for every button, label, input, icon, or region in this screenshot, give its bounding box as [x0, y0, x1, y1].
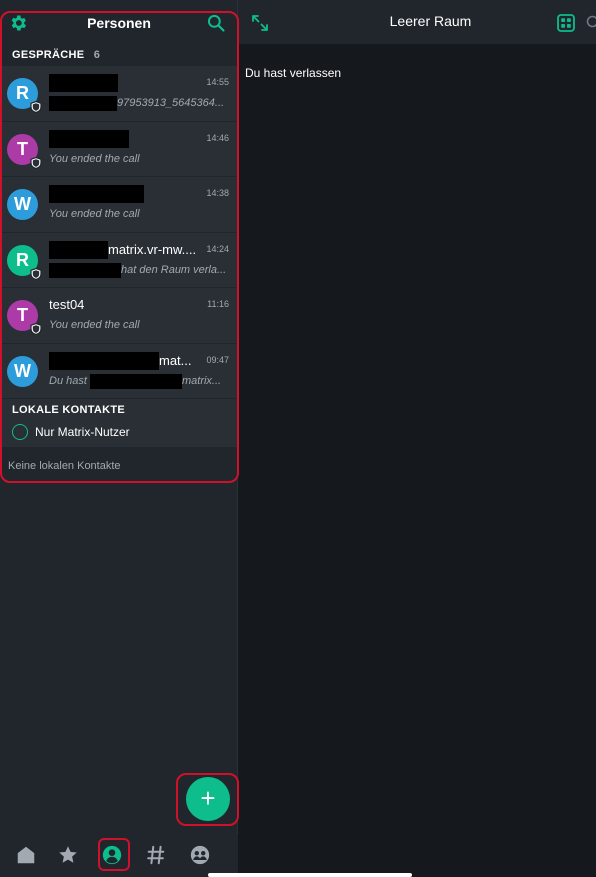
conversations-section-header: GESPRÄCHE 6	[0, 44, 238, 66]
conversations-label: GESPRÄCHE	[12, 49, 85, 61]
room-timestamp: 09:47	[206, 354, 229, 365]
timeline-event: Du hast verlassen	[245, 66, 342, 80]
room-timestamp: 11:16	[207, 299, 229, 309]
conversations-count: 6	[93, 49, 101, 61]
redacted-block	[49, 351, 159, 370]
sidebar-header: Personen	[0, 0, 238, 44]
search-icon[interactable]	[586, 15, 596, 29]
shield-icon	[30, 101, 42, 113]
room-title: Leerer Raum	[389, 13, 472, 29]
room-name	[49, 74, 204, 92]
room-name	[49, 185, 204, 203]
people-icon[interactable]	[101, 844, 123, 866]
redacted-block	[49, 240, 108, 259]
redacted-block	[89, 373, 182, 389]
shield-icon	[30, 156, 42, 169]
favourites-star-icon[interactable]	[57, 844, 79, 866]
room-list-item[interactable]: W mat... 09:47 Du hast matrix...	[0, 343, 238, 399]
shield-icon	[30, 267, 42, 280]
avatar: W	[7, 189, 38, 220]
sidebar-title: Personen	[87, 15, 151, 31]
tab-bar	[0, 834, 238, 877]
avatar: W	[7, 355, 38, 387]
matrix-only-label[interactable]: Nur Matrix-Nutzer	[35, 425, 130, 439]
local-contacts-label: LOKALE KONTAKTE	[12, 404, 126, 416]
redacted-block	[49, 74, 118, 92]
room-list-item[interactable]: T test04 11:16 You ended the call	[0, 288, 238, 344]
sidebar: Personen GESPRÄCHE 6 R 14:55 97953913_56…	[0, 0, 238, 877]
room-list-item[interactable]: W 14:38 You ended the call	[0, 177, 238, 233]
start-chat-button[interactable]: +	[186, 777, 230, 821]
no-local-contacts-note: Keine lokalen Kontakte	[8, 460, 121, 472]
room-name: mat...	[49, 351, 204, 370]
matrix-only-radio[interactable]	[12, 424, 28, 440]
search-icon[interactable]	[206, 13, 226, 33]
shield-icon	[30, 323, 42, 335]
room-last-message: You ended the call	[49, 208, 140, 220]
redacted-block	[49, 262, 121, 278]
rooms-hash-icon[interactable]	[145, 844, 167, 866]
room-info-grid-icon[interactable]	[557, 14, 575, 32]
room-list-item[interactable]: R matrix.vr-mw.... 14:24 hat den Raum ve…	[0, 232, 238, 288]
room-timestamp: 14:55	[206, 77, 229, 87]
room-last-message: hat den Raum verla...	[49, 262, 231, 278]
redacted-block	[49, 129, 129, 148]
room-last-message: You ended the call	[49, 152, 140, 165]
room-list-item[interactable]: R 14:55 97953913_5645364...	[0, 66, 238, 122]
home-indicator	[208, 873, 412, 877]
room-name: matrix.vr-mw....	[49, 240, 204, 259]
communities-icon[interactable]	[189, 844, 211, 866]
room-timestamp: 14:46	[206, 132, 229, 143]
redacted-block	[49, 185, 144, 203]
room-timestamp: 14:24	[206, 243, 229, 254]
room-last-message: You ended the call	[49, 319, 140, 331]
room-name	[49, 129, 204, 148]
room-last-message: 97953913_5645364...	[49, 96, 231, 111]
home-icon[interactable]	[15, 844, 37, 866]
room-view: Leerer Raum Du hast verlassen	[238, 0, 596, 877]
local-contacts-section: LOKALE KONTAKTE Nur Matrix-Nutzer	[0, 399, 238, 447]
room-name: test04	[49, 297, 85, 312]
room-list: R 14:55 97953913_5645364... T 14:46 You …	[0, 66, 238, 399]
room-timestamp: 14:38	[206, 188, 229, 198]
room-last-message: Du hast matrix...	[49, 373, 222, 389]
redacted-block	[49, 96, 117, 111]
room-list-item[interactable]: T 14:46 You ended the call	[0, 121, 238, 177]
room-header: Leerer Raum	[238, 0, 596, 44]
